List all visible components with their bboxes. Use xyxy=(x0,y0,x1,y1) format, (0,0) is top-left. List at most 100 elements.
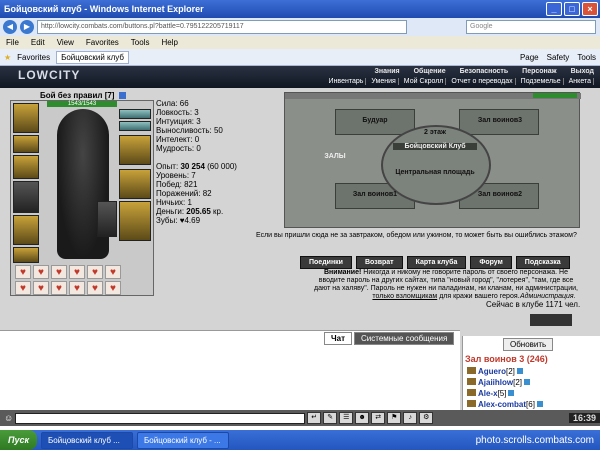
tab-chat[interactable]: Чат xyxy=(324,332,352,345)
boots-slot[interactable] xyxy=(119,201,151,241)
safety-menu[interactable]: Safety xyxy=(547,53,570,62)
heart-icon[interactable]: ♥ xyxy=(51,281,67,295)
nav-exit[interactable]: Выход xyxy=(571,68,594,75)
page-menu[interactable]: Page xyxy=(520,53,539,62)
warning-link[interactable]: только взломщикам xyxy=(372,293,437,300)
tools-menu[interactable]: Tools xyxy=(577,53,596,62)
heart-icon[interactable]: ♥ xyxy=(87,281,103,295)
taskbar-item-2[interactable]: Бойцовский клуб - ... xyxy=(137,431,230,449)
nav-character[interactable]: Персонаж xyxy=(522,68,556,75)
menu-help[interactable]: Help xyxy=(161,38,177,47)
subnav-transfers[interactable]: Отчет о переводах xyxy=(449,78,516,85)
ring-slot-1[interactable] xyxy=(119,109,151,119)
hint-button[interactable]: Подсказка xyxy=(515,256,570,269)
maximize-button[interactable]: □ xyxy=(564,2,580,16)
online-count: Сейчас в клубе 1171 чел. xyxy=(486,300,581,309)
shield-slot[interactable] xyxy=(119,169,151,199)
subnav-skills[interactable]: Умения xyxy=(369,78,399,85)
subnav-dungeon[interactable]: Подземелье xyxy=(519,78,564,85)
stat-endurance: Выносливость: 50 xyxy=(156,126,223,135)
search-input[interactable]: Google xyxy=(466,20,596,34)
info-icon[interactable] xyxy=(536,401,543,407)
menu-edit[interactable]: Edit xyxy=(31,38,45,47)
info-icon[interactable] xyxy=(524,379,531,385)
heart-icon[interactable]: ♥ xyxy=(69,265,85,279)
heart-icon[interactable]: ♥ xyxy=(33,281,49,295)
return-button[interactable]: Возврат xyxy=(355,256,403,269)
start-button[interactable]: Пуск xyxy=(0,430,38,450)
weapon-slot[interactable] xyxy=(13,181,39,213)
subnav-inventory[interactable]: Инвентарь xyxy=(327,78,367,85)
walk-icon[interactable]: ⚑ xyxy=(387,412,402,424)
minimize-button[interactable]: _ xyxy=(546,2,562,16)
chat-input[interactable] xyxy=(15,412,306,424)
nav-communication[interactable]: Общение xyxy=(414,68,446,75)
ring-slot-2[interactable] xyxy=(119,121,151,131)
star-icon[interactable]: ★ xyxy=(4,53,11,62)
stat-intuition: Интуиция: 3 xyxy=(156,117,201,126)
info-icon[interactable] xyxy=(516,368,523,374)
armor-slot[interactable] xyxy=(13,155,39,179)
person-icon[interactable]: ☻ xyxy=(355,412,370,424)
close-button[interactable]: × xyxy=(582,2,598,16)
favorites-button[interactable]: Favorites xyxy=(17,53,50,62)
heart-icon[interactable]: ♥ xyxy=(51,265,67,279)
menu-favorites[interactable]: Favorites xyxy=(86,38,119,47)
helmet-slot[interactable] xyxy=(13,103,39,133)
club-map-button[interactable]: Карта клуба xyxy=(406,256,467,269)
refresh-button[interactable]: Обновить xyxy=(503,338,554,351)
bracers-slot[interactable] xyxy=(119,135,151,165)
heart-icon[interactable]: ♥ xyxy=(87,265,103,279)
list-item[interactable]: Ajaiihlow[2] xyxy=(467,377,543,388)
forum-button[interactable]: Форум xyxy=(470,256,512,269)
filter-icon[interactable]: ☰ xyxy=(339,412,354,424)
taskbar-item-1[interactable]: Бойцовский клуб ... xyxy=(41,431,134,449)
character-name: Бой без правил [7] xyxy=(40,91,126,100)
pet-slot[interactable] xyxy=(97,201,117,237)
necklace-slot[interactable] xyxy=(13,135,39,153)
stat-draws: Ничьих: 1 xyxy=(156,198,192,207)
list-item[interactable]: Aguero[2] xyxy=(467,366,543,377)
nav-security[interactable]: Безопасность xyxy=(460,68,509,75)
map-label-halls: ЗАЛЫ xyxy=(324,153,346,160)
heart-icon[interactable]: ♥ xyxy=(105,281,121,295)
sound-icon[interactable]: ♪ xyxy=(403,412,418,424)
fights-button[interactable]: Поединки xyxy=(300,256,352,269)
heart-icon[interactable]: ♥ xyxy=(105,265,121,279)
smiley-icon[interactable]: ☺ xyxy=(4,413,13,423)
gloves-slot[interactable] xyxy=(13,247,39,263)
tab-system-messages[interactable]: Системные сообщения xyxy=(354,332,455,345)
address-input[interactable]: http://lowcity.combats.com/buttons.pl?ba… xyxy=(37,20,407,34)
game-header: LOWCITY Знания Общение Безопасность Перс… xyxy=(0,66,600,88)
settings-icon[interactable]: ⚙ xyxy=(419,412,434,424)
stat-money: Деньги: 205.65 кр. xyxy=(156,207,224,216)
subnav-scroll[interactable]: Мой Скролл xyxy=(402,78,447,85)
subnav-profile[interactable]: Анкета xyxy=(567,78,594,85)
list-item[interactable]: Alex-combat[6] xyxy=(467,399,543,410)
info-icon[interactable] xyxy=(118,92,126,100)
taskbar: Пуск Бойцовский клуб ... Бойцовский клуб… xyxy=(0,430,600,450)
stat-wisdom: Мудрость: 0 xyxy=(156,144,201,153)
heart-icon[interactable]: ♥ xyxy=(69,281,85,295)
room-title: Зал воинов 3 (246) xyxy=(465,354,548,364)
belt-slot[interactable] xyxy=(13,215,39,245)
back-icon[interactable]: ◀ xyxy=(3,20,17,34)
heart-icon[interactable]: ♥ xyxy=(15,265,31,279)
clear-icon[interactable]: ✎ xyxy=(323,412,338,424)
menu-tools[interactable]: Tools xyxy=(131,38,150,47)
send-icon[interactable]: ↵ xyxy=(307,412,322,424)
heart-icon[interactable]: ♥ xyxy=(33,265,49,279)
menu-view[interactable]: View xyxy=(57,38,74,47)
watermark: photo.scrolls.combats.com xyxy=(475,434,594,446)
nav-knowledge[interactable]: Знания xyxy=(374,68,399,75)
info-icon[interactable] xyxy=(508,390,515,396)
move-icon[interactable]: ⇄ xyxy=(371,412,386,424)
forward-icon[interactable]: ▶ xyxy=(20,20,34,34)
address-bar: ◀ ▶ http://lowcity.combats.com/buttons.p… xyxy=(0,18,600,36)
map-indicator xyxy=(533,93,577,98)
heart-icon[interactable]: ♥ xyxy=(15,281,31,295)
browser-tab[interactable]: Бойцовский клуб xyxy=(56,50,129,64)
chat-input-bar: ☺ ↵ ✎ ☰ ☻ ⇄ ⚑ ♪ ⚙ 16:39 xyxy=(0,410,600,426)
list-item[interactable]: Ale-x[5] xyxy=(467,388,543,399)
menu-file[interactable]: File xyxy=(6,38,19,47)
